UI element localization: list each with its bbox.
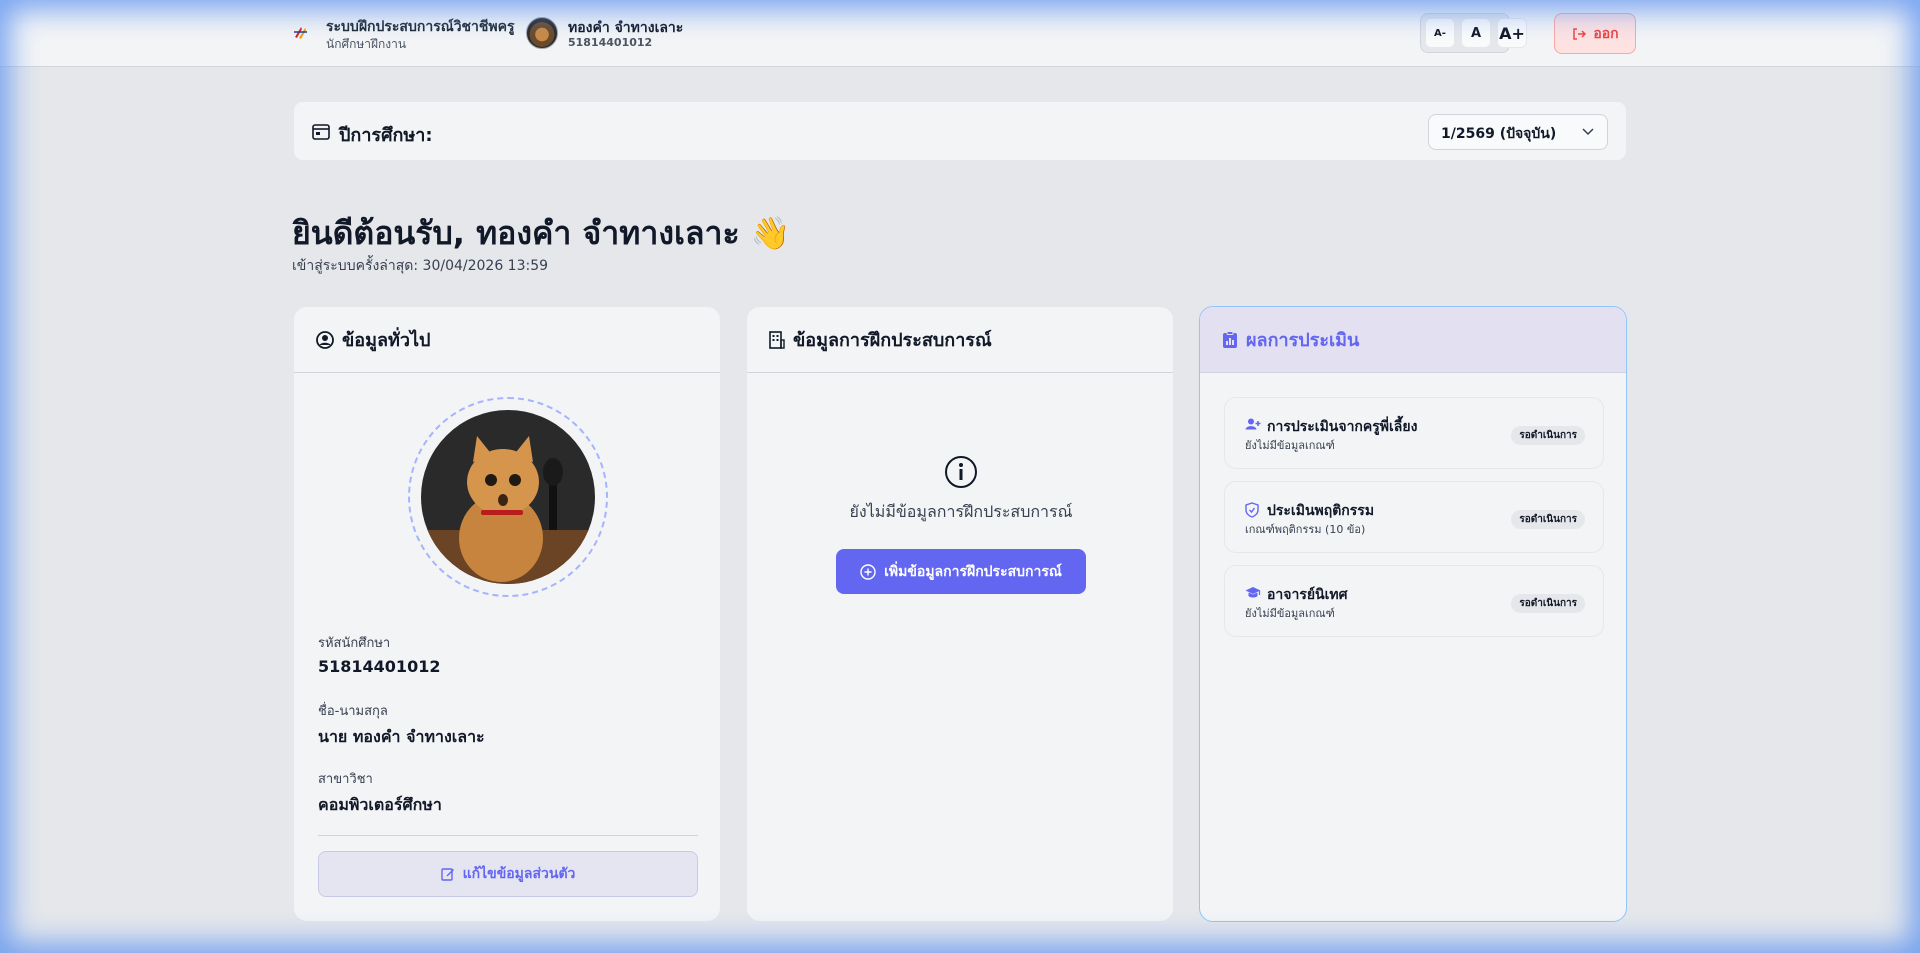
general-info-card: ข้อมูลทั่วไป รหัสนักศึกษา 51814401012 ชื… — [293, 306, 721, 922]
logout-button[interactable]: ออก — [1554, 13, 1636, 54]
evaluation-item-mentor[interactable]: การประเมินจากครูพี่เลี้ยง ยังไม่มีข้อมูล… — [1224, 397, 1604, 469]
academic-year-value: 1/2569 (ปัจจุบัน) — [1441, 126, 1557, 142]
major-value: คอมพิวเตอร์ศึกษา — [318, 795, 442, 814]
evaluation-item-title: ประเมินพฤติกรรม — [1267, 503, 1375, 519]
evaluation-title: ผลการประเมิน — [1246, 330, 1360, 351]
status-badge: รอดำเนินการ — [1511, 510, 1585, 529]
evaluation-card: ผลการประเมิน การประเมินจากครูพี่เลี้ยง ย… — [1199, 306, 1627, 922]
evaluation-item-behavior[interactable]: ประเมินพฤติกรรม เกณฑ์พฤติกรรม (10 ข้อ) ร… — [1224, 481, 1604, 553]
top-navbar: ระบบฝึกประสบการณ์วิชาชีพครู นักศึกษาฝึกง… — [0, 0, 1920, 67]
evaluation-item-title: การประเมินจากครูพี่เลี้ยง — [1267, 419, 1418, 435]
evaluation-item-subtitle: ยังไม่มีข้อมูลเกณฑ์ — [1245, 607, 1335, 620]
internship-title: ข้อมูลการฝึกประสบการณ์ — [793, 330, 992, 351]
general-info-header: ข้อมูลทั่วไป — [294, 307, 720, 373]
student-id-value: 51814401012 — [318, 657, 441, 676]
full-name-value: นาย ทองคำ จำทางเลาะ — [318, 727, 485, 746]
user-group-icon — [1245, 418, 1261, 430]
font-increase-button[interactable]: A+ — [1497, 18, 1527, 48]
brand-logo-icon — [294, 27, 307, 39]
academic-year-label: ปีการศึกษา: — [339, 125, 433, 146]
font-size-controls: A- A A+ — [1420, 13, 1527, 53]
evaluation-header: ผลการประเมิน — [1200, 307, 1626, 373]
edit-profile-label: แก้ไขข้อมูลส่วนตัว — [462, 866, 576, 882]
academic-year-card: ปีการศึกษา: 1/2569 (ปัจจุบัน) — [293, 101, 1627, 161]
font-reset-button[interactable]: A — [1461, 18, 1491, 48]
evaluation-item-subtitle: เกณฑ์พฤติกรรม (10 ข้อ) — [1245, 523, 1366, 536]
plus-circle-icon — [860, 563, 876, 580]
profile-photo-frame — [408, 397, 608, 597]
divider — [318, 835, 698, 836]
internship-card: ข้อมูลการฝึกประสบการณ์ ยังไม่มีข้อมูลการ… — [746, 306, 1174, 922]
font-decrease-button[interactable]: A- — [1425, 18, 1455, 48]
evaluation-item-title: อาจารย์นิเทศ — [1267, 587, 1348, 603]
brand-subtitle: นักศึกษาฝึกงาน — [326, 37, 407, 51]
internship-empty-text: ยังไม่มีข้อมูลการฝึกประสบการณ์ — [849, 502, 1073, 521]
student-id-label: รหัสนักศึกษา — [318, 636, 391, 651]
user-avatar[interactable] — [526, 17, 558, 49]
academic-year-select[interactable]: 1/2569 (ปัจจุบัน) — [1428, 114, 1608, 150]
evaluation-item-subtitle: ยังไม่มีข้อมูลเกณฑ์ — [1245, 439, 1335, 452]
add-internship-label: เพิ่มข้อมูลการฝึกประสบการณ์ — [884, 563, 1062, 580]
calendar-card-icon — [312, 124, 330, 140]
evaluation-item-supervisor[interactable]: อาจารย์นิเทศ ยังไม่มีข้อมูลเกณฑ์ รอดำเนิ… — [1224, 565, 1604, 637]
status-badge: รอดำเนินการ — [1511, 426, 1585, 445]
building-icon — [769, 330, 785, 349]
last-login-text: เข้าสู่ระบบครั้งล่าสุด: 30/04/2026 13:59 — [292, 258, 549, 274]
logout-label: ออก — [1593, 25, 1619, 42]
logout-icon — [1573, 27, 1587, 40]
major-label: สาขาวิชา — [318, 772, 373, 787]
info-icon — [945, 456, 977, 488]
profile-photo[interactable] — [421, 410, 595, 584]
graduation-cap-icon — [1245, 587, 1261, 598]
status-badge: รอดำเนินการ — [1511, 594, 1585, 613]
chevron-down-icon — [1582, 128, 1594, 136]
edit-profile-button[interactable]: แก้ไขข้อมูลส่วนตัว — [318, 851, 698, 897]
internship-header: ข้อมูลการฝึกประสบการณ์ — [747, 307, 1173, 373]
user-circle-icon — [316, 330, 334, 349]
add-internship-button[interactable]: เพิ่มข้อมูลการฝึกประสบการณ์ — [836, 549, 1086, 594]
general-info-title: ข้อมูลทั่วไป — [342, 330, 431, 351]
welcome-title: ยินดีต้อนรับ, ทองคำ จำทางเลาะ 👋 — [292, 214, 791, 252]
clipboard-chart-icon — [1223, 330, 1237, 348]
user-id: 51814401012 — [568, 36, 653, 49]
shield-check-icon — [1245, 502, 1259, 518]
edit-icon — [440, 868, 454, 881]
full-name-label: ชื่อ-นามสกุล — [318, 704, 388, 719]
